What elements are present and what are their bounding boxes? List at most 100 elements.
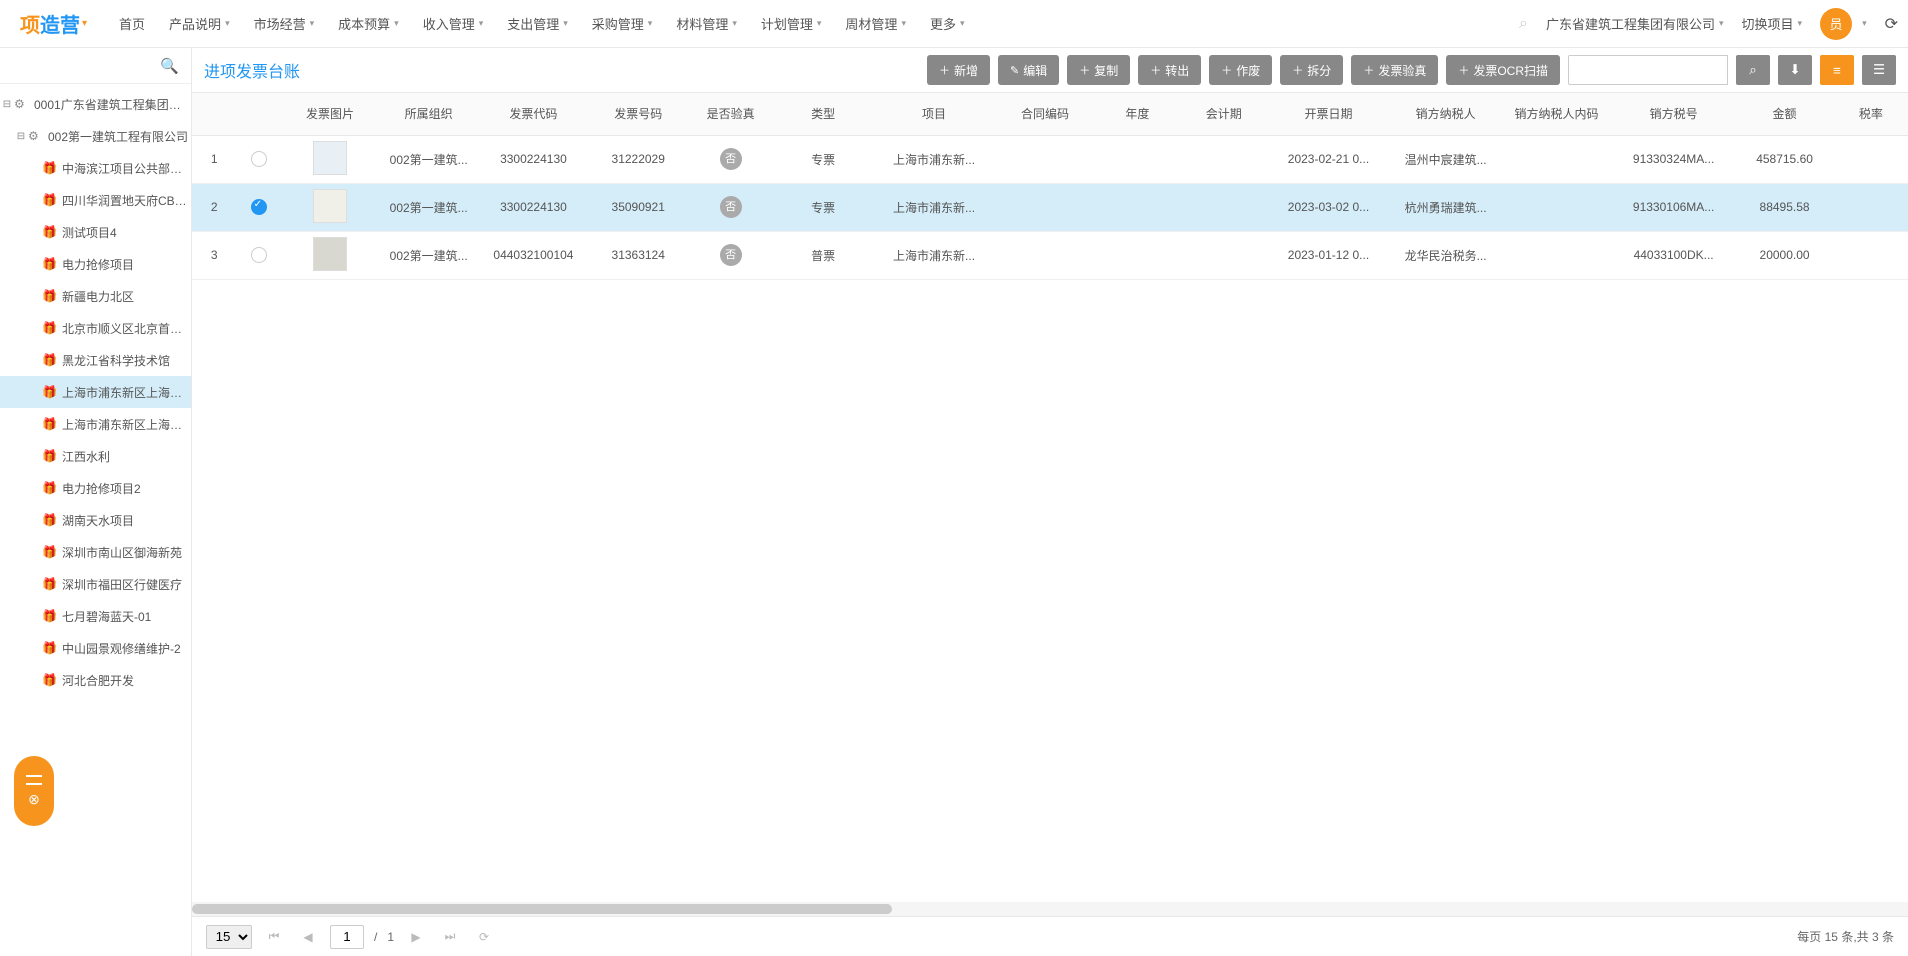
- tree-node[interactable]: 🎁七月碧海蓝天-01: [0, 600, 191, 632]
- column-header[interactable]: 项目: [872, 93, 995, 135]
- project-icon: 🎁: [42, 513, 58, 527]
- search-icon[interactable]: 🔍: [160, 57, 179, 75]
- filter-button[interactable]: ≡: [1820, 55, 1854, 85]
- tree-node[interactable]: 🎁电力抢修项目: [0, 248, 191, 280]
- cell-amount: 458715.60: [1735, 135, 1834, 183]
- column-header[interactable]: 是否验真: [688, 93, 774, 135]
- ocr-button[interactable]: ＋发票OCR扫描: [1446, 55, 1560, 85]
- project-selector[interactable]: 切换项目 ▾: [1742, 14, 1803, 33]
- tree-node[interactable]: ⊟⚙002第一建筑工程有限公司: [0, 120, 191, 152]
- nav-item-6[interactable]: 采购管理▾: [580, 0, 665, 48]
- nav-item-7[interactable]: 材料管理▾: [664, 0, 749, 48]
- search-button[interactable]: ⌕: [1736, 55, 1770, 85]
- column-header[interactable]: 税率: [1834, 93, 1908, 135]
- tree-node[interactable]: 🎁新疆电力北区: [0, 280, 191, 312]
- column-header[interactable]: 发票图片: [281, 93, 380, 135]
- tree-node[interactable]: 🎁上海市浦东新区上海海昌海: [0, 376, 191, 408]
- nav-item-10[interactable]: 更多▾: [918, 0, 977, 48]
- invoice-thumbnail[interactable]: [313, 237, 347, 271]
- column-header[interactable]: [236, 93, 280, 135]
- column-header[interactable]: 类型: [774, 93, 873, 135]
- user-avatar[interactable]: 员: [1820, 8, 1852, 40]
- column-header[interactable]: 销方纳税人内码: [1501, 93, 1612, 135]
- page-size-select[interactable]: 15: [206, 925, 252, 949]
- tree-node[interactable]: 🎁测试项目4: [0, 216, 191, 248]
- search-input[interactable]: [1568, 55, 1728, 85]
- scrollbar-thumb[interactable]: [192, 904, 892, 914]
- column-header[interactable]: 年度: [1094, 93, 1180, 135]
- search-icon[interactable]: ⌕: [1519, 15, 1528, 33]
- column-header[interactable]: 发票号码: [589, 93, 688, 135]
- column-header[interactable]: 金额: [1735, 93, 1834, 135]
- row-checkbox[interactable]: [251, 199, 267, 215]
- plus-icon: ＋: [1221, 62, 1232, 78]
- verify-button[interactable]: ＋发票验真: [1351, 55, 1438, 85]
- horizontal-scrollbar[interactable]: [192, 902, 1908, 916]
- tree-toggle-icon[interactable]: ⊟: [0, 99, 14, 110]
- copy-button[interactable]: ＋复制: [1067, 55, 1130, 85]
- invoice-thumbnail-cell[interactable]: [281, 135, 380, 183]
- tree-node[interactable]: 🎁深圳市福田区行健医疗: [0, 568, 191, 600]
- tree-node[interactable]: 🎁湖南天水项目: [0, 504, 191, 536]
- download-button[interactable]: ⬇: [1778, 55, 1812, 85]
- nav-item-3[interactable]: 成本预算▾: [326, 0, 411, 48]
- tree-node[interactable]: 🎁黑龙江省科学技术馆: [0, 344, 191, 376]
- column-header[interactable]: 合同编码: [996, 93, 1095, 135]
- row-checkbox-cell[interactable]: [236, 183, 280, 231]
- nav-item-9[interactable]: 周材管理▾: [833, 0, 918, 48]
- tree-node[interactable]: 🎁中海滨江项目公共部位精装: [0, 152, 191, 184]
- tree-node[interactable]: 🎁中山园景观修缮维护-2: [0, 632, 191, 664]
- tree-toggle-icon[interactable]: ⊟: [14, 131, 28, 142]
- row-checkbox[interactable]: [251, 151, 267, 167]
- float-menu-button[interactable]: ⊗: [14, 756, 54, 826]
- row-checkbox[interactable]: [251, 247, 267, 263]
- export-button[interactable]: ＋转出: [1138, 55, 1201, 85]
- next-page-button[interactable]: ▶: [404, 925, 428, 949]
- tree-node[interactable]: 🎁江西水利: [0, 440, 191, 472]
- row-checkbox-cell[interactable]: [236, 135, 280, 183]
- last-page-button[interactable]: ⏭: [438, 925, 462, 949]
- column-header[interactable]: 会计期: [1181, 93, 1267, 135]
- table-container[interactable]: 发票图片所属组织发票代码发票号码是否验真类型项目合同编码年度会计期开票日期销方纳…: [192, 92, 1908, 902]
- void-button[interactable]: ＋作废: [1209, 55, 1272, 85]
- invoice-thumbnail-cell[interactable]: [281, 183, 380, 231]
- invoice-thumbnail[interactable]: [313, 141, 347, 175]
- column-header[interactable]: [192, 93, 236, 135]
- invoice-thumbnail[interactable]: [313, 189, 347, 223]
- chevron-down-icon[interactable]: ▾: [1862, 18, 1867, 29]
- nav-item-5[interactable]: 支出管理▾: [495, 0, 580, 48]
- nav-item-0[interactable]: 首页: [107, 0, 157, 48]
- tree-node[interactable]: 🎁河北合肥开发: [0, 664, 191, 696]
- prev-page-button[interactable]: ◀: [296, 925, 320, 949]
- page-input[interactable]: [330, 925, 364, 949]
- column-header[interactable]: 发票代码: [478, 93, 589, 135]
- tree-node[interactable]: 🎁电力抢修项目2: [0, 472, 191, 504]
- edit-button[interactable]: ✎编辑: [998, 55, 1059, 85]
- column-header[interactable]: 销方税号: [1612, 93, 1735, 135]
- table-row[interactable]: 3002第一建筑...04403210010431363124否普票上海市浦东新…: [192, 231, 1908, 279]
- column-header[interactable]: 开票日期: [1267, 93, 1390, 135]
- split-button[interactable]: ＋拆分: [1280, 55, 1343, 85]
- nav-item-2[interactable]: 市场经营▾: [242, 0, 327, 48]
- tree-node[interactable]: 🎁上海市浦东新区上海海昌海: [0, 408, 191, 440]
- nav-item-8[interactable]: 计划管理▾: [749, 0, 834, 48]
- table-row[interactable]: 2002第一建筑...330022413035090921否专票上海市浦东新..…: [192, 183, 1908, 231]
- add-button[interactable]: ＋新增: [927, 55, 990, 85]
- tree-node[interactable]: ⊟⚙0001广东省建筑工程集团有限公司: [0, 88, 191, 120]
- column-header[interactable]: 所属组织: [379, 93, 478, 135]
- refresh-button[interactable]: ⟳: [472, 925, 496, 949]
- tree-node[interactable]: 🎁深圳市南山区御海新苑: [0, 536, 191, 568]
- tree-node[interactable]: 🎁四川华润置地天府CBD商务: [0, 184, 191, 216]
- tree-node[interactable]: 🎁北京市顺义区北京首都国际: [0, 312, 191, 344]
- list-button[interactable]: ☰: [1862, 55, 1896, 85]
- refresh-icon[interactable]: ⟳: [1885, 14, 1898, 34]
- column-header[interactable]: 销方纳税人: [1390, 93, 1501, 135]
- org-selector[interactable]: 广东省建筑工程集团有限公司 ▾: [1546, 14, 1724, 33]
- logo[interactable]: 项造营 ▾: [20, 9, 87, 38]
- invoice-thumbnail-cell[interactable]: [281, 231, 380, 279]
- nav-item-4[interactable]: 收入管理▾: [411, 0, 496, 48]
- row-checkbox-cell[interactable]: [236, 231, 280, 279]
- table-row[interactable]: 1002第一建筑...330022413031222029否专票上海市浦东新..…: [192, 135, 1908, 183]
- first-page-button[interactable]: ⏮: [262, 925, 286, 949]
- nav-item-1[interactable]: 产品说明▾: [157, 0, 242, 48]
